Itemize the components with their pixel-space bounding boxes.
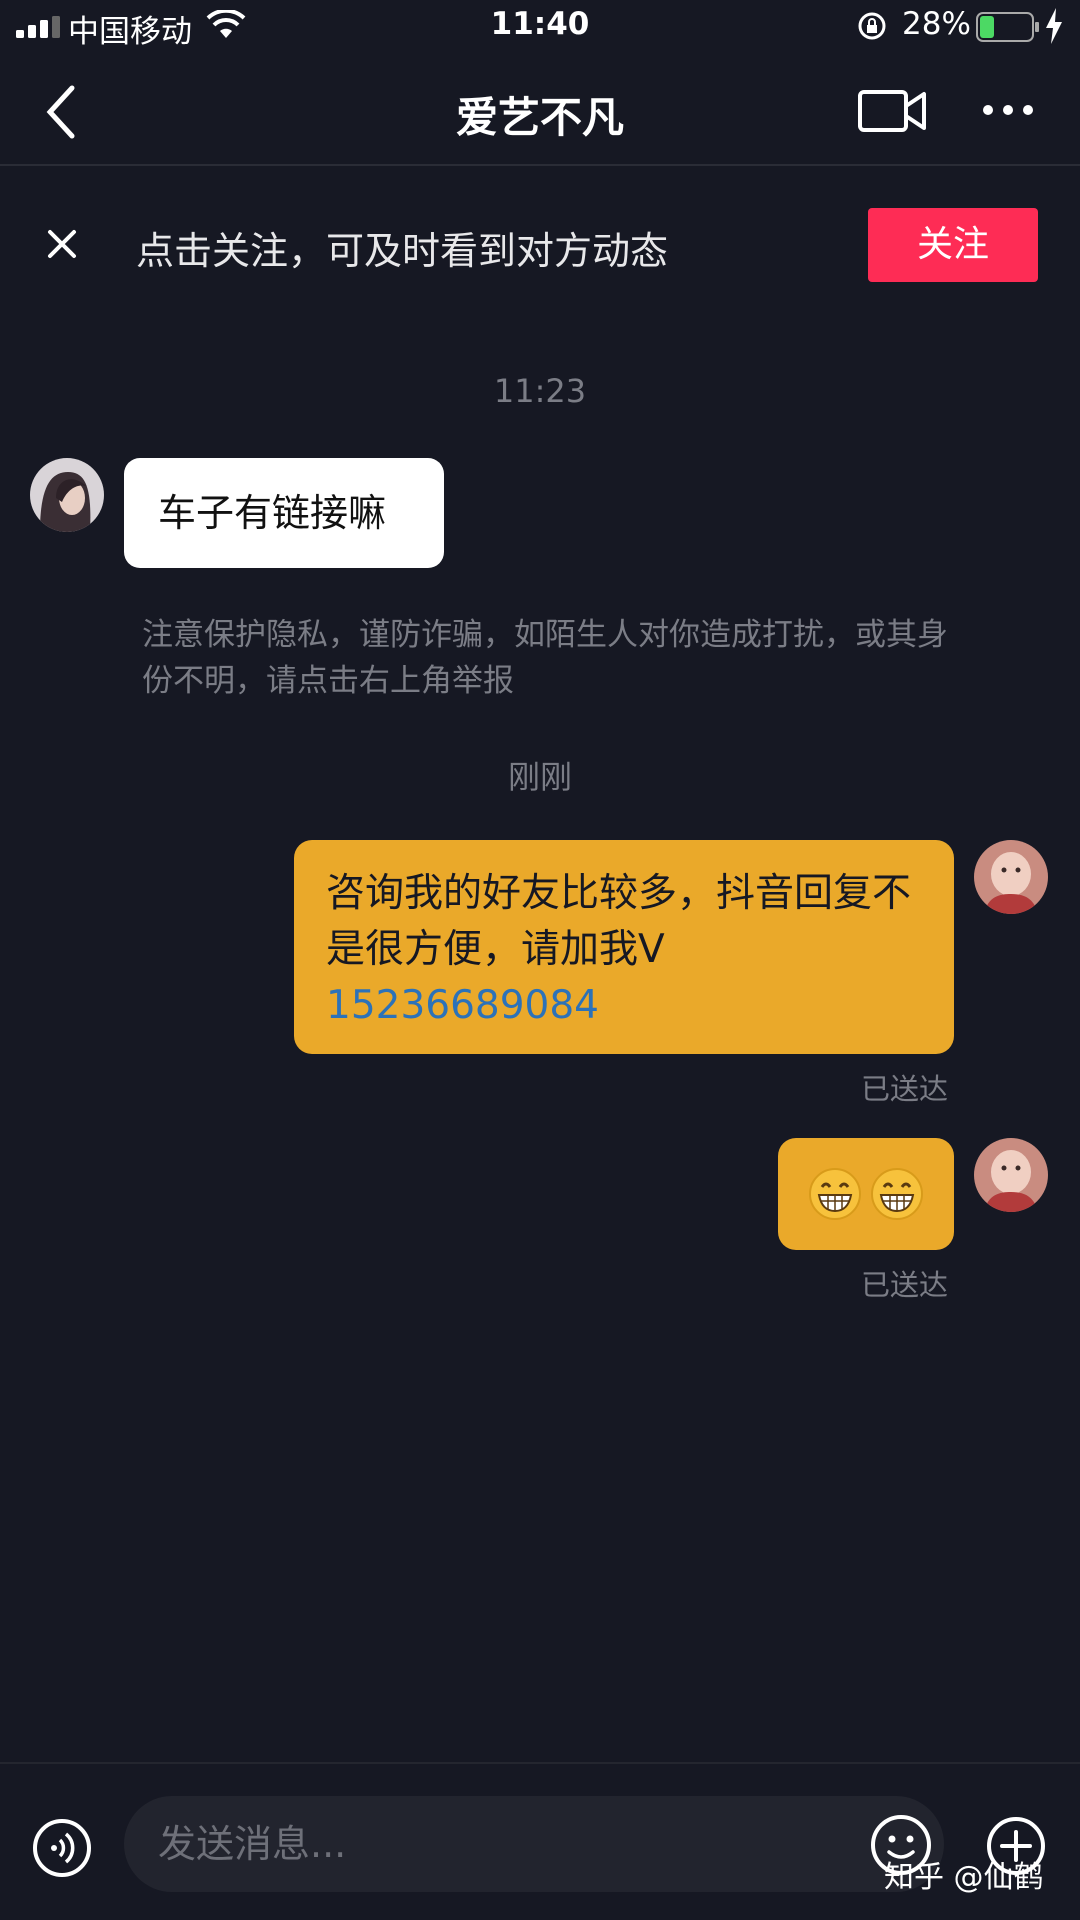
chat-header: 爱艺不凡 [0,54,1080,166]
follow-banner: 点击关注，可及时看到对方动态 关注 [0,168,1080,318]
voice-icon[interactable] [32,1818,92,1878]
incoming-message[interactable]: 车子有链接嘛 [124,458,444,568]
contact-avatar[interactable] [30,458,104,532]
my-avatar[interactable] [974,1138,1048,1212]
battery-icon [976,12,1039,42]
timestamp-label: 刚刚 [507,758,572,796]
message-text: 咨询我的好友比较多，抖音回复不是很方便，请加我V [326,871,912,972]
delivered-status: 已送达 [860,1072,948,1106]
follow-prompt: 点击关注，可及时看到对方动态 [136,229,669,273]
timestamp-label: 11:23 [493,372,587,410]
watermark: 知乎 @仙鹤 [884,1860,1044,1895]
close-icon[interactable] [44,226,80,262]
battery-percent: 28% [902,6,971,42]
charging-bolt-icon [1046,8,1062,44]
video-camera-icon[interactable] [858,88,926,134]
grin-emoji-icon [809,1168,861,1220]
grin-emoji-icon [871,1168,923,1220]
delivered-status: 已送达 [860,1268,948,1302]
message-input-bar [0,1762,1080,1920]
more-dots-icon[interactable] [980,100,1036,120]
phone-number-link[interactable]: 15236689084 [326,983,599,1028]
status-bar: 中国移动 11:40 28% [0,0,1080,54]
follow-button[interactable]: 关注 [868,208,1038,282]
rotation-lock-icon [858,12,886,40]
outgoing-message[interactable]: 咨询我的好友比较多，抖音回复不是很方便，请加我V 15236689084 [294,840,954,1054]
outgoing-emoji-message[interactable] [778,1138,954,1250]
my-avatar[interactable] [974,840,1048,914]
privacy-notice: 注意保护隐私，谨防诈骗，如陌生人对你造成打扰，或其身份不明，请点击右上角举报 [142,617,948,699]
message-input[interactable] [124,1796,944,1892]
